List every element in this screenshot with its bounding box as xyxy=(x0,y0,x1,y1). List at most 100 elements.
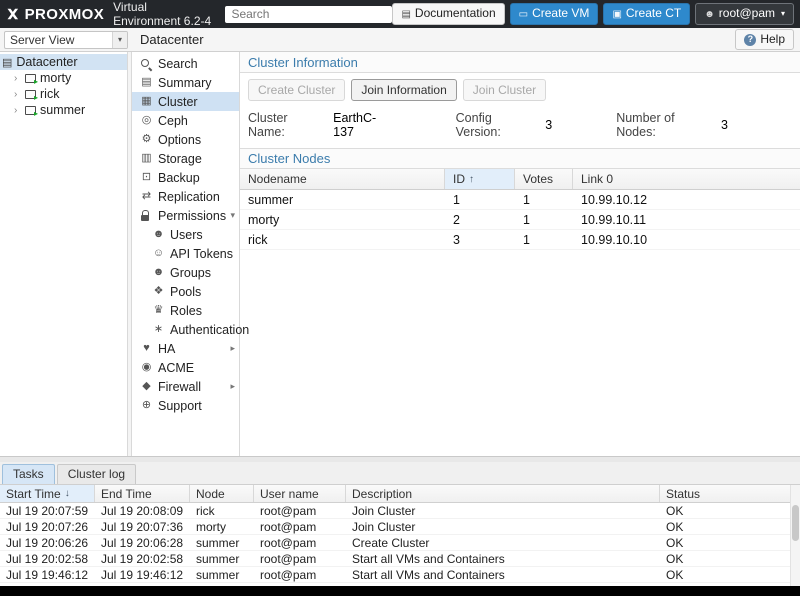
column-header-node[interactable]: Node xyxy=(190,485,254,502)
chevron-down-icon[interactable]: ▾ xyxy=(112,32,127,48)
unlock-icon xyxy=(140,210,153,222)
number-of-nodes-value: 3 xyxy=(721,118,728,132)
node-row-summer[interactable]: summer 1 1 10.99.10.12 xyxy=(240,190,800,210)
column-header-nodename[interactable]: Nodename xyxy=(240,169,445,189)
certificate-icon: ◉ xyxy=(140,362,153,373)
column-header-description[interactable]: Description xyxy=(346,485,660,502)
proxmox-logo: PROXMOX Virtual Environment 6.2-4 xyxy=(6,0,215,28)
menu-item-label: Replication xyxy=(158,190,220,204)
menu-item-api-tokens[interactable]: ☺ API Tokens xyxy=(132,244,239,263)
caret-down-icon: ▾ xyxy=(781,10,785,19)
tree-item-datacenter[interactable]: ▤ Datacenter xyxy=(0,54,127,70)
proxmox-logo-icon xyxy=(6,6,20,22)
join-information-button[interactable]: Join Information xyxy=(351,79,456,101)
menu-item-label: Support xyxy=(158,399,202,413)
menu-item-backup[interactable]: ⊡ Backup xyxy=(132,168,239,187)
column-header-link0[interactable]: Link 0 xyxy=(573,169,800,189)
create-vm-label: Create VM xyxy=(532,7,589,20)
help-label: Help xyxy=(760,33,785,46)
task-row[interactable]: Jul 19 20:07:59 Jul 19 20:08:09 rick roo… xyxy=(0,503,800,519)
user-menu-button[interactable]: ☻ root@pam ▾ xyxy=(695,3,794,24)
group-icon: ☻ xyxy=(152,267,165,278)
menu-item-options[interactable]: ⚙ Options xyxy=(132,130,239,149)
menu-item-search[interactable]: Search xyxy=(132,54,239,73)
menu-item-label: Permissions xyxy=(158,209,226,223)
menu-item-summary[interactable]: ▤ Summary xyxy=(132,73,239,92)
product-version-text: Virtual Environment 6.2-4 xyxy=(113,0,215,28)
create-ct-button[interactable]: ▣ Create CT xyxy=(603,3,690,24)
join-cluster-button[interactable]: Join Cluster xyxy=(463,79,546,101)
menu-item-ceph[interactable]: ◎ Ceph xyxy=(132,111,239,130)
column-header-start-time[interactable]: Start Time ↓ xyxy=(0,485,95,502)
task-status: OK xyxy=(660,552,800,566)
view-selector[interactable]: Server View ▾ xyxy=(4,31,128,49)
menu-item-label: Pools xyxy=(170,285,201,299)
documentation-label: Documentation xyxy=(415,7,496,20)
tree-item-summer[interactable]: › summer xyxy=(0,102,127,118)
menu-item-label: Storage xyxy=(158,152,202,166)
create-cluster-button[interactable]: Create Cluster xyxy=(248,79,345,101)
menu-item-pools[interactable]: ❖ Pools xyxy=(132,282,239,301)
menu-item-acme[interactable]: ◉ ACME xyxy=(132,358,239,377)
server-icon: ▤ xyxy=(2,56,12,69)
chevron-right-icon[interactable]: › xyxy=(14,73,21,84)
tree-item-rick[interactable]: › rick xyxy=(0,86,127,102)
column-header-id[interactable]: ID ↑ xyxy=(445,169,515,189)
tree-item-label: Datacenter xyxy=(16,55,77,69)
chevron-right-icon[interactable]: › xyxy=(14,105,21,116)
menu-item-firewall[interactable]: ◆ Firewall ▸ xyxy=(132,377,239,396)
menu-item-support[interactable]: ⊕ Support xyxy=(132,396,239,415)
task-row[interactable]: Jul 19 20:02:58 Jul 19 20:02:58 summer r… xyxy=(0,551,800,567)
search-icon xyxy=(140,58,153,70)
column-header-votes[interactable]: Votes xyxy=(515,169,573,189)
menu-item-ha[interactable]: ♥ HA ▸ xyxy=(132,339,239,358)
column-header-status[interactable]: Status xyxy=(660,485,800,502)
global-search-input[interactable] xyxy=(225,6,392,23)
menu-item-label: Firewall xyxy=(158,380,201,394)
heart-icon: ♥ xyxy=(140,343,153,354)
tab-cluster-log[interactable]: Cluster log xyxy=(57,464,136,484)
proxmox-app: PROXMOX Virtual Environment 6.2-4 ▤ Docu… xyxy=(0,0,800,596)
user-icon: ☻ xyxy=(704,9,715,20)
chevron-right-icon[interactable]: ▸ xyxy=(230,381,235,392)
task-status: OK xyxy=(660,536,800,550)
menu-item-authentication[interactable]: ∗ Authentication xyxy=(132,320,239,339)
task-row[interactable]: Jul 19 20:06:26 Jul 19 20:06:28 summer r… xyxy=(0,535,800,551)
lifebuoy-icon: ⊕ xyxy=(140,400,153,411)
task-row[interactable]: Jul 19 20:07:26 Jul 19 20:07:36 morty ro… xyxy=(0,519,800,535)
menu-item-storage[interactable]: ▥ Storage xyxy=(132,149,239,168)
menu-item-users[interactable]: ☻ Users xyxy=(132,225,239,244)
task-row[interactable]: Jul 19 19:46:12 Jul 19 19:46:12 summer r… xyxy=(0,567,800,583)
tab-tasks[interactable]: Tasks xyxy=(2,464,55,484)
node-row-morty[interactable]: morty 2 1 10.99.10.11 xyxy=(240,210,800,230)
scrollbar-thumb[interactable] xyxy=(792,505,799,541)
chevron-down-icon[interactable]: ▾ xyxy=(230,210,235,221)
menu-item-replication[interactable]: ⇄ Replication xyxy=(132,187,239,206)
sort-desc-icon: ↓ xyxy=(65,488,70,499)
chevron-right-icon[interactable]: › xyxy=(14,89,21,100)
column-header-end-time[interactable]: End Time xyxy=(95,485,190,502)
create-vm-button[interactable]: ▭ Create VM xyxy=(510,3,599,24)
database-icon: ▥ xyxy=(140,153,153,164)
help-button[interactable]: ? Help xyxy=(735,29,794,50)
tree-item-morty[interactable]: › morty xyxy=(0,70,127,86)
chevron-right-icon[interactable]: ▸ xyxy=(230,343,235,354)
menu-item-permissions[interactable]: Permissions ▾ xyxy=(132,206,239,225)
documentation-button[interactable]: ▤ Documentation xyxy=(392,3,504,24)
menu-item-cluster[interactable]: ▦ Cluster xyxy=(132,92,239,111)
view-selector-value: Server View xyxy=(5,33,112,47)
book-icon: ▤ xyxy=(401,9,410,20)
node-online-icon xyxy=(25,106,36,115)
header: PROXMOX Virtual Environment 6.2-4 ▤ Docu… xyxy=(0,0,800,28)
tasks-scrollbar[interactable] xyxy=(790,485,800,586)
tree-item-label: summer xyxy=(40,103,85,117)
screen-bottom-edge xyxy=(0,586,800,596)
config-version-value: 3 xyxy=(545,118,552,132)
node-row-rick[interactable]: rick 3 1 10.99.10.10 xyxy=(240,230,800,250)
menu-item-groups[interactable]: ☻ Groups xyxy=(132,263,239,282)
column-header-user-name[interactable]: User name xyxy=(254,485,346,502)
menu-item-roles[interactable]: ♛ Roles xyxy=(132,301,239,320)
tree-item-label: rick xyxy=(40,87,59,101)
tree-item-label: morty xyxy=(40,71,71,85)
user-outline-icon: ☺ xyxy=(152,248,165,259)
